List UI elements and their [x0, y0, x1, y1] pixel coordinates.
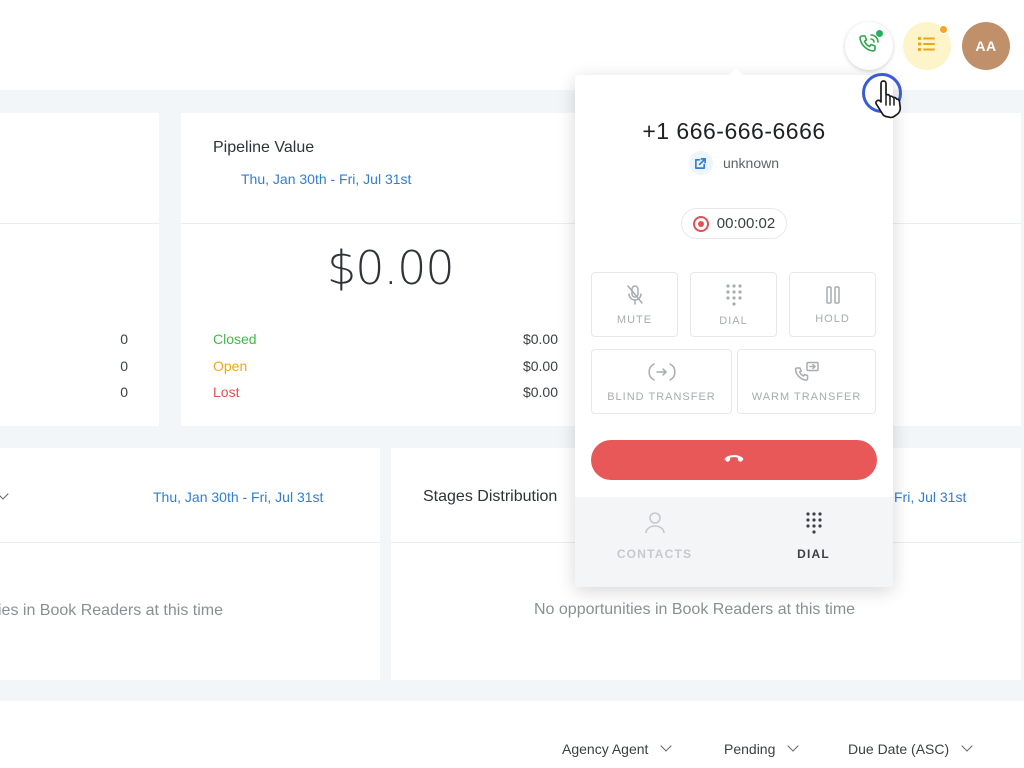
caller-info: unknown: [575, 151, 893, 175]
card-divider: [0, 223, 159, 224]
status-label-lost: Lost: [213, 384, 240, 400]
chevron-down-icon: [961, 740, 973, 752]
hold-label: HOLD: [815, 312, 850, 325]
dialer-footer-tabs: CONTACTS DIAL: [575, 497, 893, 587]
hang-up-button[interactable]: [591, 440, 877, 480]
agent-filter-label: Agency Agent: [562, 741, 649, 757]
microphone-off-icon: [625, 284, 645, 306]
agent-filter-dropdown[interactable]: Agency Agent: [562, 740, 673, 757]
empty-state-message: ies in Book Readers at this time: [0, 602, 223, 619]
warm-transfer-label: WARM TRANSFER: [751, 390, 862, 403]
date-range-picker[interactable]: Fri, Jul 31st: [894, 489, 966, 505]
status-label-closed: Closed: [213, 331, 257, 347]
hang-up-icon: [724, 451, 744, 469]
dialpad-button[interactable]: DIAL: [690, 272, 777, 337]
count-value: 0: [120, 331, 128, 347]
chevron-down-icon: [660, 740, 673, 752]
record-icon[interactable]: [692, 215, 709, 232]
call-phone-number: +1 666-666-6666: [642, 118, 826, 144]
empty-state-message: No opportunities in Book Readers at this…: [534, 601, 856, 618]
notification-dot: [939, 25, 948, 34]
mute-button[interactable]: MUTE: [591, 272, 678, 337]
status-value-lost: $0.00: [522, 384, 558, 400]
sort-dropdown[interactable]: Due Date (ASC): [848, 740, 973, 757]
pipeline-amount: $0.00: [327, 241, 455, 295]
count-value: 0: [120, 384, 128, 400]
tasks-card: [0, 701, 1024, 768]
card-divider: [0, 542, 380, 543]
status-value-closed: $0.00: [522, 331, 558, 347]
dialer-popup: +1 666-666-6666 unknown 00:00:02 MUTE DI…: [575, 75, 893, 587]
mute-label: MUTE: [616, 313, 653, 326]
card-title: Stages Distribution: [423, 488, 558, 505]
card-title: Pipeline Value: [213, 139, 315, 156]
summary-card: 0 0 0: [0, 113, 159, 426]
sort-label: Due Date (ASC): [848, 741, 950, 757]
tab-dial[interactable]: DIAL: [734, 511, 893, 561]
active-call-dot: [876, 30, 883, 37]
external-link-icon[interactable]: [688, 151, 713, 175]
chevron-down-icon[interactable]: [0, 488, 9, 500]
date-range-picker[interactable]: Thu, Jan 30th - Fri, Jul 31st: [153, 489, 323, 505]
status-filter-dropdown[interactable]: Pending: [724, 740, 800, 757]
tab-dial-label: DIAL: [797, 547, 830, 561]
person-icon: [644, 511, 666, 538]
dialpad-icon: [725, 283, 743, 307]
blind-transfer-label: BLIND TRANSFER: [607, 390, 716, 403]
count-value: 0: [120, 358, 128, 374]
tab-contacts-label: CONTACTS: [616, 547, 693, 561]
hand-cursor-icon: [872, 80, 906, 125]
avatar[interactable]: AA: [962, 22, 1010, 70]
opportunities-card: Thu, Jan 30th - Fri, Jul 31st ies in Boo…: [0, 448, 380, 680]
hold-button[interactable]: HOLD: [789, 272, 876, 337]
status-value-open: $0.00: [522, 358, 558, 374]
dialer-caret: [727, 68, 745, 77]
list-icon: [917, 35, 937, 58]
chevron-down-icon: [787, 740, 800, 752]
tasks-button[interactable]: [903, 22, 951, 70]
warm-transfer-button[interactable]: WARM TRANSFER: [737, 349, 876, 414]
pause-icon: [825, 285, 841, 305]
tab-contacts[interactable]: CONTACTS: [575, 511, 734, 561]
dial-label: DIAL: [719, 314, 748, 327]
blind-transfer-icon: [647, 361, 676, 383]
caller-name: unknown: [722, 155, 780, 171]
dialpad-icon: [805, 511, 823, 538]
call-duration: 00:00:02: [716, 215, 776, 232]
phone-call-button[interactable]: [845, 22, 893, 70]
call-timer: 00:00:02: [681, 208, 787, 239]
date-range-picker[interactable]: Thu, Jan 30th - Fri, Jul 31st: [241, 171, 411, 187]
warm-transfer-icon: [794, 361, 820, 383]
status-label-open: Open: [213, 358, 248, 374]
status-filter-label: Pending: [724, 741, 776, 757]
blind-transfer-button[interactable]: BLIND TRANSFER: [591, 349, 732, 414]
